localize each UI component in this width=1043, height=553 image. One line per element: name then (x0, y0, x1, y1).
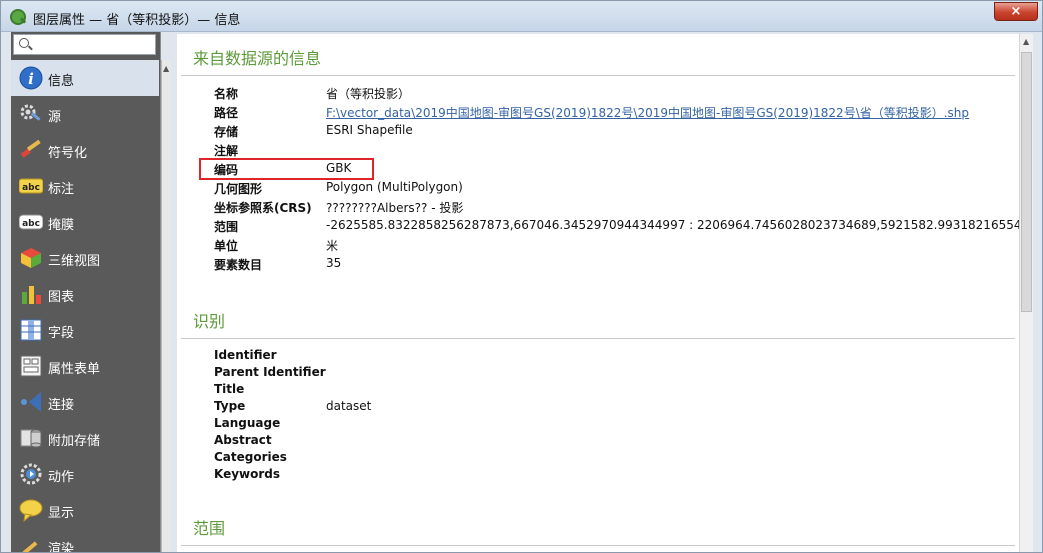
section-title-identification: 识别 (193, 312, 226, 331)
section-divider (181, 338, 1015, 339)
sidebar-item-label: 标注 (48, 182, 75, 197)
qgis-logo-icon (10, 9, 26, 25)
database-icon (20, 429, 42, 448)
join-icon (21, 392, 41, 412)
sidebar-item-fields[interactable]: 字段 (11, 312, 159, 348)
wrench-gear-icon (20, 104, 41, 121)
info-value: 35 (326, 256, 342, 270)
action-gear-icon (20, 463, 42, 485)
sidebar-item-label: 显示 (48, 506, 75, 521)
sidebar-item-label: 图表 (48, 290, 75, 305)
info-key: Type (214, 399, 246, 413)
sidebar-item-joins[interactable]: 连接 (11, 384, 159, 420)
info-key: 注解 (214, 144, 239, 158)
sidebar-item-label: 符号化 (48, 146, 88, 161)
sidebar-item-label: 三维视图 (48, 254, 101, 269)
section-divider (181, 75, 1015, 76)
info-value: Polygon (MultiPolygon) (326, 180, 463, 194)
info-key: 范围 (214, 220, 239, 234)
sidebar-item-attributes-form[interactable]: 属性表单 (11, 348, 159, 384)
sidebar-item-diagrams[interactable]: 图表 (11, 276, 159, 312)
info-key: 坐标参照系(CRS) (214, 201, 312, 215)
close-button[interactable]: × (994, 2, 1038, 21)
sidebar-item-label: 连接 (48, 398, 75, 413)
info-key: Categories (214, 450, 287, 464)
section-title-datasource: 来自数据源的信息 (193, 49, 322, 68)
sidebar-item-label: 属性表单 (48, 362, 101, 377)
path-link[interactable]: F:\vector_data\2019中国地图-审图号GS(2019)1822号… (326, 104, 969, 121)
sidebar-item-actions[interactable]: 动作 (11, 456, 159, 492)
cube-icon (21, 248, 41, 268)
sidebar: i 信息 源 符号化 abc 标注 abc 掩膜 三维视图 图表 字段 属性表单… (11, 32, 171, 553)
info-panel: 来自数据源的信息 名称 省（等积投影） 路径 F:\vector_data\2019… (177, 34, 1021, 552)
window-edge (1033, 34, 1042, 552)
info-key: 名称 (214, 87, 239, 101)
speech-bubble-icon (19, 499, 43, 522)
encoding-highlight-box (199, 158, 374, 180)
fields-table-icon (20, 319, 42, 341)
search-input[interactable] (34, 36, 152, 53)
sidebar-item-labels[interactable]: abc 标注 (11, 168, 159, 204)
sidebar-item-label: 渲染 (48, 542, 75, 553)
info-key: Keywords (214, 467, 281, 481)
info-value: ESRI Shapefile (326, 123, 413, 137)
info-key: 存储 (214, 125, 239, 139)
render-brush-icon (22, 541, 38, 552)
search-box[interactable] (13, 34, 156, 55)
sidebar-item-label: 掩膜 (48, 218, 75, 233)
content-scrollbar[interactable]: ▲ (1019, 34, 1033, 552)
sidebar-item-label: 附加存储 (48, 434, 101, 449)
info-value: ????????Albers?? - 投影 (326, 201, 464, 215)
info-key: Abstract (214, 433, 272, 447)
search-icon (19, 38, 29, 48)
sidebar-nav: i 信息 源 符号化 abc 标注 abc 掩膜 三维视图 图表 字段 属性表单… (11, 60, 159, 553)
label-abc-icon: abc (19, 178, 43, 194)
info-key: Title (214, 382, 245, 396)
info-key: Parent Identifier (214, 365, 326, 379)
sidebar-item-info[interactable]: i 信息 (11, 60, 159, 96)
paintbrush-icon (20, 139, 41, 158)
info-key: 单位 (214, 239, 239, 253)
layer-properties-window: 图层属性 — 省（等积投影）— 信息 × i 信息 源 符号化 abc 标注 a… (0, 0, 1043, 553)
scrollbar-thumb[interactable] (1021, 52, 1032, 312)
scroll-up-arrow-icon[interactable]: ▲ (1023, 37, 1029, 46)
sidebar-item-symbology[interactable]: 符号化 (11, 132, 159, 168)
title-bar[interactable]: 图层属性 — 省（等积投影）— 信息 × (1, 1, 1042, 32)
info-key: 几何图形 (214, 182, 263, 196)
svg-text:abc: abc (22, 219, 40, 229)
sidebar-item-mask[interactable]: abc 掩膜 (11, 204, 159, 240)
sidebar-scrollbar[interactable]: ▲ (161, 60, 171, 552)
info-value: 米 (326, 239, 339, 253)
sidebar-item-label: 字段 (48, 326, 75, 341)
mask-abc-icon: abc (19, 214, 43, 230)
info-key: Identifier (214, 348, 277, 362)
window-title: 图层属性 — 省（等积投影）— 信息 (33, 13, 241, 28)
info-key: Language (214, 416, 281, 430)
sidebar-item-display[interactable]: 显示 (11, 492, 159, 528)
form-icon (20, 355, 42, 377)
info-value: -2625585.8322858256287873,667046.3452970… (326, 218, 1021, 232)
sidebar-item-source[interactable]: 源 (11, 96, 159, 132)
svg-text:abc: abc (22, 183, 40, 193)
info-key: 要素数目 (214, 258, 263, 272)
info-key: 路径 (214, 106, 239, 120)
sidebar-item-label: 动作 (48, 470, 75, 485)
sidebar-item-label: 信息 (48, 74, 75, 89)
info-icon: i (19, 66, 43, 90)
svg-text:i: i (28, 70, 34, 88)
sidebar-item-3d-view[interactable]: 三维视图 (11, 240, 159, 276)
sidebar-item-label: 源 (48, 110, 62, 125)
scroll-up-arrow-icon[interactable]: ▲ (163, 64, 169, 73)
sidebar-item-rendering[interactable]: 渲染 (11, 528, 159, 553)
sidebar-item-auxiliary-storage[interactable]: 附加存储 (11, 420, 159, 456)
info-value: dataset (326, 399, 372, 413)
info-value: 省（等积投影） (326, 87, 411, 101)
chart-icon (22, 286, 41, 304)
section-title-extent: 范围 (193, 519, 226, 538)
section-divider (181, 545, 1015, 546)
